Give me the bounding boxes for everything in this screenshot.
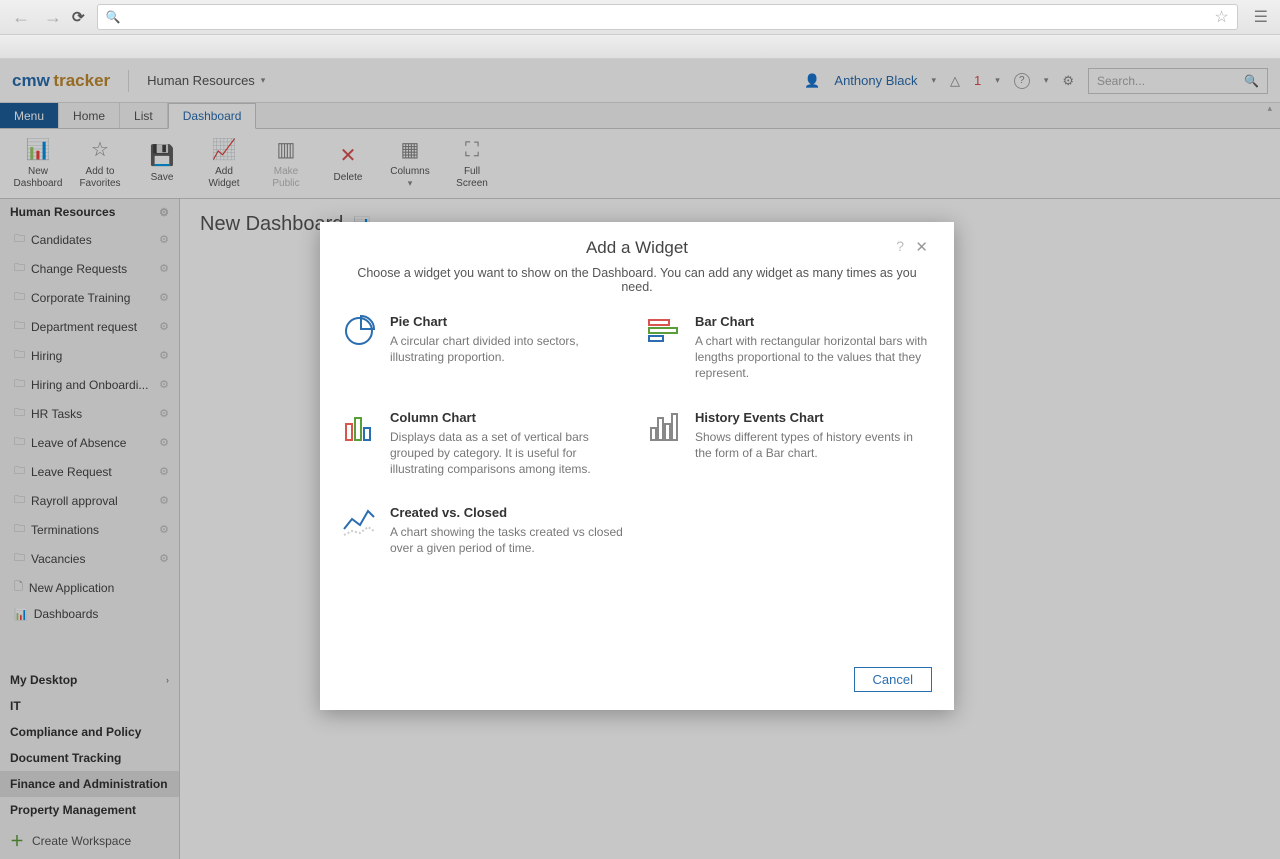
widget-option-column[interactable]: Column ChartDisplays data as a set of ve… <box>342 410 627 478</box>
back-icon[interactable]: ← <box>8 7 34 28</box>
widget-option-created-vs-closed[interactable]: Created vs. ClosedA chart showing the ta… <box>342 505 627 556</box>
line-chart-icon <box>342 505 376 539</box>
hamburger-icon[interactable]: ☰ <box>1250 7 1272 27</box>
help-icon[interactable]: ? <box>896 238 904 254</box>
bar-chart-icon <box>647 314 681 348</box>
cancel-button[interactable]: Cancel <box>854 667 932 692</box>
close-icon[interactable]: ✕ <box>915 238 928 256</box>
modal-description: Choose a widget you want to show on the … <box>342 266 932 294</box>
history-chart-icon <box>647 410 681 444</box>
browser-secondary-bar <box>0 35 1280 59</box>
modal-title: Add a Widget <box>586 238 688 257</box>
reload-icon[interactable]: ⟳ <box>72 8 85 26</box>
pie-chart-icon <box>342 314 376 348</box>
column-chart-icon <box>342 410 376 444</box>
browser-toolbar: ← → ⟳ 🔍 ☆ ☰ <box>0 0 1280 35</box>
search-icon: 🔍 <box>106 10 121 24</box>
widget-option-pie[interactable]: Pie ChartA circular chart divided into s… <box>342 314 627 382</box>
forward-icon[interactable]: → <box>40 7 66 28</box>
url-bar[interactable]: 🔍 ☆ <box>97 4 1238 30</box>
widget-option-bar[interactable]: Bar ChartA chart with rectangular horizo… <box>647 314 932 382</box>
bookmark-star-icon[interactable]: ☆ <box>1214 7 1228 27</box>
widget-option-history[interactable]: History Events ChartShows different type… <box>647 410 932 478</box>
add-widget-modal: Add a Widget ? ✕ Choose a widget you wan… <box>320 222 954 710</box>
